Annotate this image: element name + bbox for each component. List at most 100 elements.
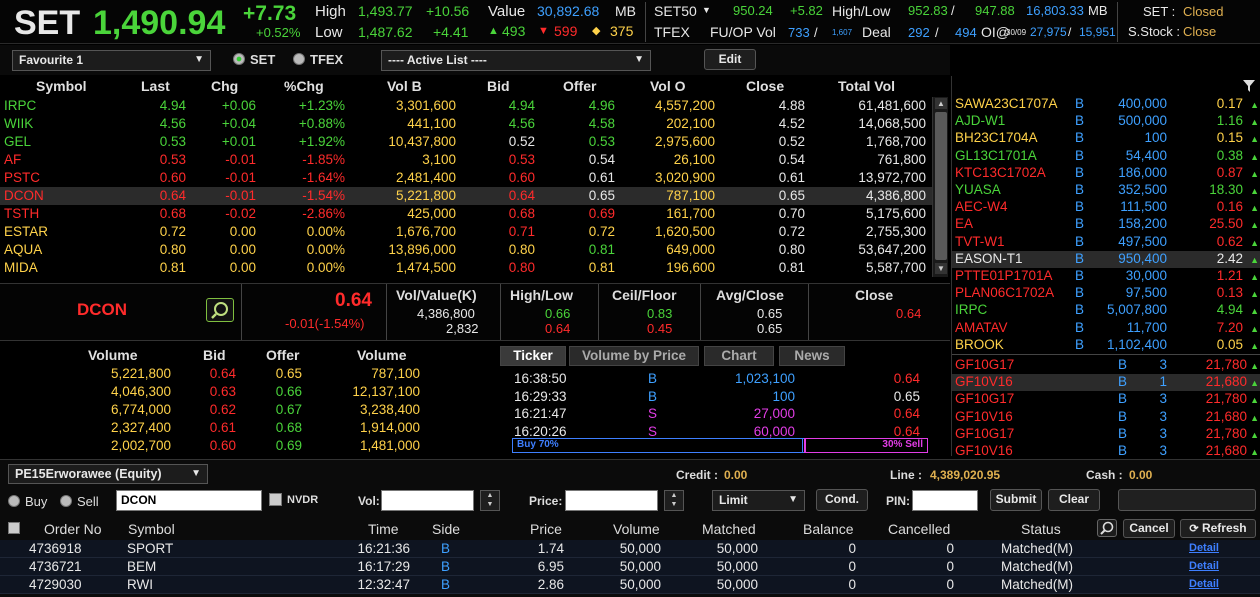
futures-row[interactable]: GF10V16 B 3 21,680 ▲ xyxy=(952,443,1260,460)
search-icon[interactable] xyxy=(206,298,234,322)
watchlist-row[interactable]: IRPC 4.94 +0.06 +1.23% 3,301,600 4.94 4.96 4,55… xyxy=(0,97,932,115)
conditions-button[interactable]: Cond. xyxy=(816,489,868,511)
pin-input[interactable] xyxy=(912,490,978,511)
order-row[interactable]: 4729030 RWI 12:32:47 B 2.86 50,000 50,000 0 0 Mat… xyxy=(0,576,1260,594)
futures-row[interactable]: GF10V16 B 3 21,680 ▲ xyxy=(952,409,1260,426)
ticker-price: 18.30 xyxy=(1209,182,1243,197)
select-all-checkbox[interactable] xyxy=(8,522,20,534)
column-header[interactable]: Last xyxy=(141,78,170,94)
ticker-row[interactable]: EASON-T1 B 950,400 2.42 ▲ xyxy=(952,250,1260,268)
detail-link[interactable]: Detail xyxy=(1189,542,1219,554)
watch-sym: PSTC xyxy=(4,170,41,185)
tab-ticker[interactable]: Ticker xyxy=(500,346,566,366)
futures-row[interactable]: GF10G17 B 3 21,780 ▲ xyxy=(952,391,1260,408)
watchlist-row[interactable]: TSTH 0.68 -0.02 -2.86% 425,000 0.68 0.69 161,70… xyxy=(0,205,932,223)
price-input[interactable] xyxy=(565,490,658,511)
favourite-select[interactable]: Favourite 1 ▼ xyxy=(12,50,211,71)
tab-volume-by-price[interactable]: Volume by Price xyxy=(569,346,699,366)
scroll-thumb[interactable] xyxy=(935,112,947,260)
submit-button[interactable]: Submit xyxy=(990,489,1042,511)
ticker-row[interactable]: TVT-W1 B 497,500 0.62 ▲ xyxy=(952,234,1260,251)
sell-label: 30% Sell xyxy=(882,439,923,450)
column-header[interactable]: Bid xyxy=(487,78,510,94)
column-header[interactable]: Vol O xyxy=(650,78,686,94)
tab-chart[interactable]: Chart xyxy=(704,346,774,366)
ticker-row[interactable]: AEC-W4 B 111,500 0.16 ▲ xyxy=(952,199,1260,216)
watchlist-row[interactable]: MIDA 0.81 0.00 0.00% 1,474,500 0.80 0.81 196,60… xyxy=(0,259,932,277)
set-radio[interactable]: SET xyxy=(233,52,275,67)
futures-row[interactable]: GF10G17 B 3 21,780 ▲ xyxy=(952,426,1260,443)
nvdr-checkbox[interactable] xyxy=(269,493,282,506)
depth-row[interactable]: 4,046,300 0.63 0.66 12,137,100 xyxy=(0,383,496,401)
watch-sym: AQUA xyxy=(4,242,43,257)
column-header[interactable]: Symbol xyxy=(36,78,87,94)
column-header[interactable]: %Chg xyxy=(284,78,324,94)
tab-news[interactable]: News xyxy=(779,346,845,366)
scroll-down-icon[interactable]: ▼ xyxy=(935,263,947,274)
search-icon[interactable] xyxy=(1097,519,1117,537)
column-header[interactable]: Close xyxy=(746,78,784,94)
column-header[interactable]: Total Vol xyxy=(838,78,895,94)
watchlist-row[interactable]: AQUA 0.80 0.00 0.00% 13,896,000 0.80 0.81 649,0… xyxy=(0,241,932,259)
futures-row[interactable]: GF10V16 B 1 21,680 ▲ xyxy=(952,374,1260,392)
tfex-radio[interactable]: TFEX xyxy=(293,52,343,67)
column-header[interactable]: Chg xyxy=(211,78,238,94)
depth-row[interactable]: 2,002,700 0.60 0.69 1,481,000 xyxy=(0,437,496,455)
depth-row[interactable]: 5,221,800 0.64 0.65 787,100 xyxy=(0,365,496,383)
filter-icon[interactable] xyxy=(1242,79,1256,93)
ticker-row[interactable]: YUASA B 352,500 18.30 ▲ xyxy=(952,182,1260,199)
ticker-row[interactable]: BH23C1704A B 100 0.15 ▲ xyxy=(952,130,1260,147)
depth-bid-price: 0.60 xyxy=(209,438,236,453)
ticker-row[interactable]: KTC13C1702A B 186,000 0.87 ▲ xyxy=(952,165,1260,182)
watchlist-scrollbar[interactable]: ▲ ▼ xyxy=(932,97,948,277)
ticker-row[interactable]: IRPC B 5,007,800 4.94 ▲ xyxy=(952,302,1260,319)
edit-button[interactable]: Edit xyxy=(704,49,756,70)
ticker-row[interactable]: BROOK B 1,102,400 0.05 ▲ xyxy=(952,337,1260,354)
watch-pchg: -1.54% xyxy=(302,188,345,203)
watchlist-row[interactable]: ESTAR 0.72 0.00 0.00% 1,676,700 0.71 0.72 1,620… xyxy=(0,223,932,241)
volume-stepper[interactable]: ▲ ▼ xyxy=(480,490,500,511)
active-list-select[interactable]: ---- Active List ---- ▼ xyxy=(381,50,651,71)
order-row[interactable]: 4736721 BEM 16:17:29 B 6.95 50,000 50,000 0 0 Mat… xyxy=(0,558,1260,576)
detail-link[interactable]: Detail xyxy=(1189,560,1219,572)
futures-volume: 3 xyxy=(1159,425,1167,441)
ticker-row[interactable]: AMATAV B 11,700 7.20 ▲ xyxy=(952,320,1260,337)
set50-label: SET50 xyxy=(654,3,697,19)
ticker-row[interactable]: AJD-W1 B 500,000 1.16 ▲ xyxy=(952,113,1260,130)
clear-button[interactable]: Clear xyxy=(1048,489,1100,511)
set50-dropdown-icon[interactable]: ▼ xyxy=(702,5,711,15)
watchlist-row[interactable]: AF 0.53 -0.01 -1.85% 3,100 0.53 0.54 26,100 0.54… xyxy=(0,151,932,169)
ticker-row[interactable]: PTTE01P1701A B 30,000 1.21 ▲ xyxy=(952,268,1260,285)
depth-row[interactable]: 6,774,000 0.62 0.67 3,238,400 xyxy=(0,401,496,419)
cancel-button[interactable]: Cancel xyxy=(1123,519,1175,538)
detail-link[interactable]: Detail xyxy=(1189,578,1219,590)
blank-button[interactable] xyxy=(1118,489,1256,511)
column-header[interactable]: Vol B xyxy=(387,78,422,94)
ticker-row[interactable]: PLAN06C1702A B 97,500 0.13 ▲ xyxy=(952,285,1260,302)
ticker-row[interactable]: SAWA23C1707A B 400,000 0.17 ▲ xyxy=(952,96,1260,113)
futures-side: B xyxy=(1118,357,1128,372)
price-stepper[interactable]: ▲ ▼ xyxy=(664,490,684,511)
watchlist-row[interactable]: PSTC 0.60 -0.01 -1.64% 2,481,400 0.60 0.61 3,02… xyxy=(0,169,932,187)
scroll-up-icon[interactable]: ▲ xyxy=(935,98,947,109)
account-select[interactable]: PE15Erworawee (Equity) ▼ xyxy=(8,464,208,484)
column-header[interactable]: Offer xyxy=(563,78,596,94)
buy-radio[interactable]: Buy xyxy=(8,494,47,509)
ticker-price: 0.05 xyxy=(1216,336,1243,352)
watchlist-row[interactable]: WIIK 4.56 +0.04 +0.88% 441,100 4.56 4.58 202,10… xyxy=(0,115,932,133)
order-row[interactable]: 4736918 SPORT 16:21:36 B 1.74 50,000 50,000 0 0 M… xyxy=(0,540,1260,558)
refresh-button[interactable]: ⟳ Refresh xyxy=(1180,519,1256,538)
volume-input[interactable] xyxy=(381,490,474,511)
depth-row[interactable]: 2,327,400 0.61 0.68 1,914,000 xyxy=(0,419,496,437)
futures-side: B xyxy=(1118,425,1128,441)
vol-label: Vol: xyxy=(358,494,380,508)
ticker-row[interactable]: GL13C1701A B 54,400 0.38 ▲ xyxy=(952,148,1260,165)
order-type-select[interactable]: Limit ▼ xyxy=(712,490,805,511)
fuop-volume: 733 xyxy=(788,25,810,40)
watchlist-row[interactable]: DCON 0.64 -0.01 -1.54% 5,221,800 0.64 0.65 787,… xyxy=(0,187,932,205)
symbol-input[interactable]: DCON xyxy=(116,490,262,511)
watchlist-row[interactable]: GEL 0.53 +0.01 +1.92% 10,437,800 0.52 0.53 2,97… xyxy=(0,133,932,151)
futures-row[interactable]: GF10G17 B 3 21,780 ▲ xyxy=(952,357,1260,374)
sell-radio[interactable]: Sell xyxy=(60,494,99,509)
ticker-row[interactable]: EA B 158,200 25.50 ▲ xyxy=(952,216,1260,233)
